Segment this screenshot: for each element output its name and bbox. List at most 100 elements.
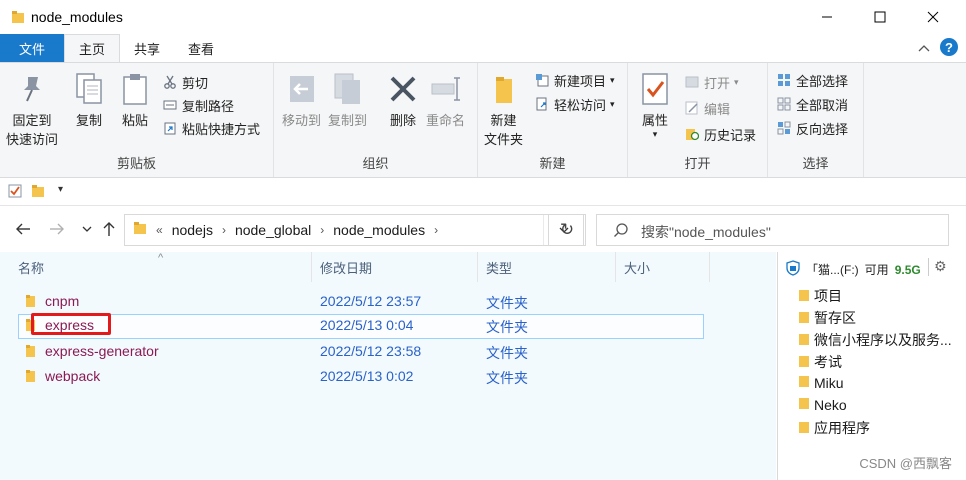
folder-icon: [798, 310, 810, 327]
properties-button[interactable]: 属性 ▾: [638, 69, 672, 139]
minimize-button[interactable]: [804, 0, 850, 34]
list-item-label: 考试: [814, 354, 842, 370]
file-name: express: [45, 317, 95, 333]
select-all-button[interactable]: 全部选择: [776, 69, 848, 91]
table-row[interactable]: webpack 2022/5/13 0:02 文件夹: [18, 365, 704, 390]
customize-toolbar-icon[interactable]: ▾: [58, 184, 63, 195]
group-select: 全部选择 全部取消 反向选择 选择: [768, 63, 864, 177]
collapse-ribbon-icon[interactable]: [918, 40, 930, 55]
paste-icon: [118, 69, 152, 109]
breadcrumb-nodejs[interactable]: nodejs: [172, 222, 213, 238]
forward-button[interactable]: [46, 218, 68, 240]
tab-view[interactable]: 查看: [174, 34, 228, 62]
breadcrumb-separator-icon[interactable]: ›: [320, 223, 324, 237]
history-label: 历史记录: [704, 127, 757, 143]
column-size[interactable]: 大小: [616, 252, 710, 282]
file-date: 2022/5/13 0:04: [320, 317, 414, 333]
list-item[interactable]: 考试: [798, 352, 842, 372]
column-date[interactable]: 修改日期: [312, 252, 478, 282]
list-item[interactable]: Neko: [798, 396, 847, 413]
properties-label: 属性: [641, 113, 668, 128]
list-item[interactable]: 暂存区: [798, 308, 856, 328]
recent-locations-button[interactable]: [76, 218, 98, 240]
drive-info[interactable]: 「猫...(F:) 可用 9.5G: [786, 260, 921, 279]
back-button[interactable]: [12, 218, 34, 240]
open-button[interactable]: 打开 ▾: [684, 71, 739, 93]
delete-label: 删除: [389, 113, 416, 128]
up-button[interactable]: [98, 218, 120, 240]
table-row[interactable]: express-generator 2022/5/12 23:58 文件夹: [18, 340, 704, 365]
select-all-label: 全部选择: [796, 73, 849, 89]
history-button[interactable]: 历史记录: [684, 123, 756, 145]
breadcrumb-node-global[interactable]: node_global: [235, 222, 311, 238]
list-item[interactable]: 项目: [798, 286, 842, 306]
address-bar[interactable]: « nodejs › node_global › node_modules ›: [124, 214, 584, 246]
breadcrumb-overflow[interactable]: «: [156, 223, 163, 237]
sort-ascending-icon: ^: [158, 252, 164, 264]
breadcrumb-separator-icon[interactable]: ›: [434, 223, 438, 237]
column-name-label: 名称: [18, 260, 45, 276]
new-item-button[interactable]: 新建项目 ▾: [534, 69, 615, 91]
file-name: express-generator: [45, 343, 159, 359]
up-arrow-icon: [103, 222, 115, 236]
ribbon-tabs: 文件 主页 共享 查看 ?: [0, 34, 966, 63]
copy-to-button[interactable]: 复制到: [328, 69, 367, 130]
copy-button[interactable]: 复制: [72, 69, 106, 130]
column-date-label: 修改日期: [320, 260, 373, 276]
dropdown-arrow-icon: ▾: [610, 74, 615, 85]
maximize-button[interactable]: [857, 0, 903, 34]
pin-quick-access-button[interactable]: 固定到 快速访问: [6, 69, 58, 149]
gear-icon[interactable]: ⚙: [934, 258, 947, 275]
properties-check-icon[interactable]: [8, 184, 22, 201]
paste-button[interactable]: 粘贴: [118, 69, 152, 130]
history-icon: [684, 126, 700, 142]
new-folder-button[interactable]: 新建 文件夹: [484, 69, 523, 149]
tab-file[interactable]: 文件: [0, 34, 64, 62]
folder-icon: [798, 374, 810, 391]
open-icon: [684, 74, 700, 90]
close-button[interactable]: [910, 0, 956, 34]
quick-access-toolbar: ▾: [0, 178, 966, 206]
folder-icon: [24, 344, 38, 361]
breadcrumb-node-modules[interactable]: node_modules: [333, 222, 425, 238]
folder-icon[interactable]: [31, 184, 45, 201]
back-arrow-icon: [16, 223, 30, 235]
refresh-button[interactable]: ↻: [548, 214, 586, 246]
help-button[interactable]: ?: [940, 38, 958, 56]
search-box[interactable]: 搜索"node_modules": [596, 214, 949, 246]
title-bar: node_modules: [0, 0, 966, 34]
copy-to-icon: [331, 69, 365, 109]
easy-access-button[interactable]: 轻松访问 ▾: [534, 93, 615, 115]
breadcrumb-separator-icon[interactable]: ›: [222, 223, 226, 237]
select-all-icon: [776, 72, 792, 88]
list-item[interactable]: Miku: [798, 374, 844, 391]
cut-label: 剪切: [182, 75, 209, 91]
edit-label: 编辑: [704, 101, 731, 117]
forward-arrow-icon: [50, 223, 64, 235]
select-none-label: 全部取消: [796, 97, 849, 113]
table-row[interactable]: express 2022/5/13 0:04 文件夹: [18, 313, 704, 339]
tab-share[interactable]: 共享: [120, 34, 174, 62]
column-type[interactable]: 类型: [478, 252, 616, 282]
cut-button[interactable]: 剪切: [162, 71, 208, 93]
select-none-button[interactable]: 全部取消: [776, 93, 848, 115]
group-open: 属性 ▾ 打开 ▾ 编辑 历史记录 打开: [628, 63, 768, 177]
copy-icon: [72, 69, 106, 109]
paste-shortcut-button[interactable]: 粘贴快捷方式: [162, 117, 260, 139]
search-placeholder: 搜索"node_modules": [641, 224, 771, 240]
list-item[interactable]: 应用程序: [798, 418, 870, 438]
open-label: 打开: [704, 75, 731, 91]
list-item-label: Neko: [814, 396, 847, 413]
move-to-button[interactable]: 移动到: [282, 69, 321, 130]
tab-home[interactable]: 主页: [64, 34, 121, 63]
navigation-bar: « nodejs › node_global › node_modules › …: [0, 206, 966, 252]
invert-selection-button[interactable]: 反向选择: [776, 117, 848, 139]
rename-button[interactable]: 重命名: [426, 69, 465, 130]
scissors-icon: [162, 74, 178, 90]
copy-path-button[interactable]: 复制路径: [162, 94, 234, 116]
table-row[interactable]: cnpm 2022/5/12 23:57 文件夹: [18, 290, 704, 315]
list-item[interactable]: 微信小程序以及服务...: [798, 330, 952, 350]
edit-button[interactable]: 编辑: [684, 97, 730, 119]
delete-button[interactable]: 删除: [386, 69, 420, 130]
copy-label: 复制: [75, 113, 102, 128]
